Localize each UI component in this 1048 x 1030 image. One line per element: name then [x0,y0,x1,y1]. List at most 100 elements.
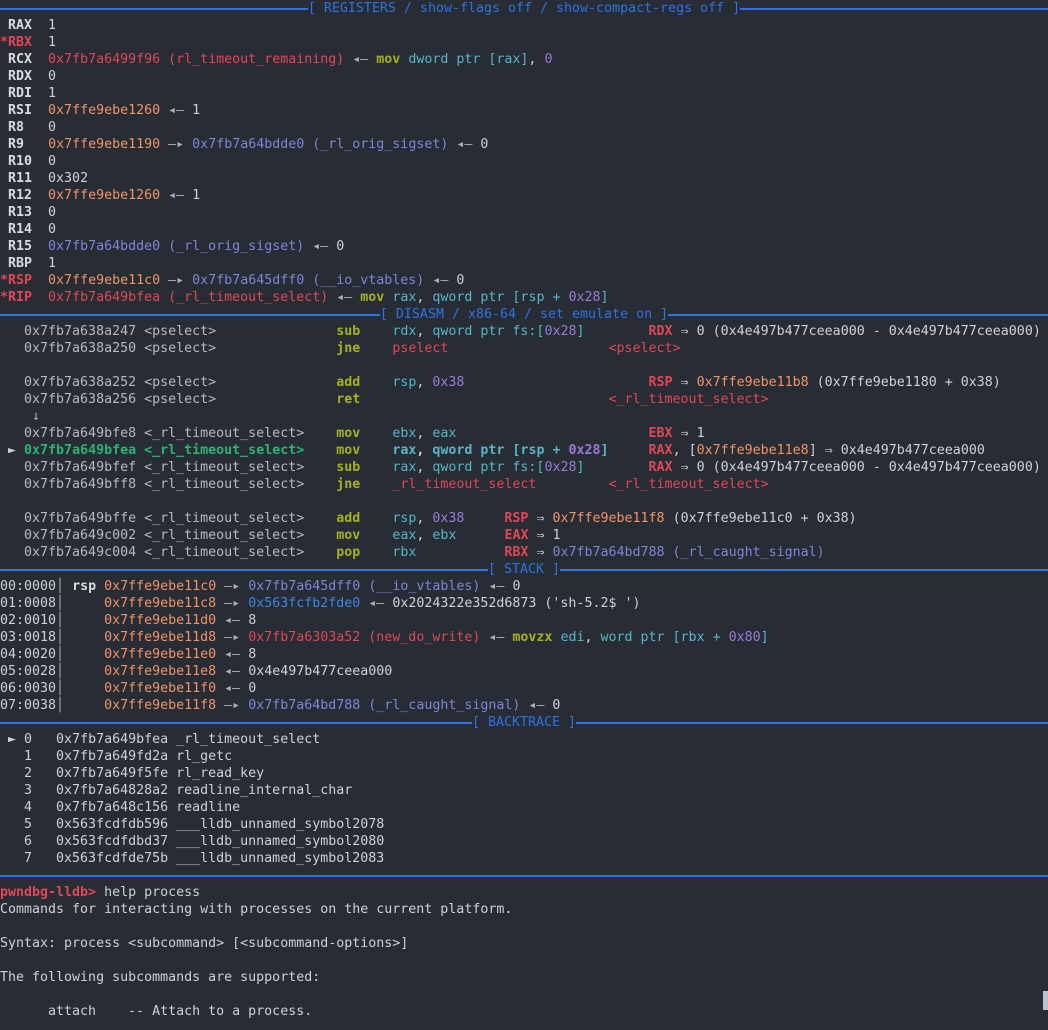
text-segment: 1 [32,86,56,101]
section-header-stack: [ STACK ] [0,561,1048,578]
text-segment: R10 [0,154,32,169]
text-segment: ⇒ [817,443,841,458]
text-segment [96,579,104,594]
text-segment [64,664,104,679]
text-segment: ◂— [160,188,192,203]
text-segment: , [528,52,544,67]
text-segment [360,375,392,390]
text-segment [32,52,48,67]
text-segment: 0 [248,681,256,696]
text-segment: 0x7fb7a638a250 <pselect> [0,341,216,356]
text-segment: 0x7ffe9ebe11e8 [697,443,809,458]
text-segment: ⇒ [528,545,552,560]
text-segment: ⇒ [673,375,697,390]
text-segment: movzx [512,630,552,645]
register-row-rdx: RDX 0 [0,68,1048,85]
text-segment: jne [336,341,360,356]
blank-row [0,952,1048,969]
scrollbar-thumb[interactable] [1043,991,1048,1010]
text-segment: (0x7ffe9ebe1180 + 0x38) [809,375,1001,390]
text-segment [304,528,336,543]
text-segment: ◂— [216,664,248,679]
register-row-r10: R10 0 [0,153,1048,170]
text-segment: 0x7fb7a649bfea <_rl_timeout_select> [24,443,304,458]
text-segment [304,460,336,475]
text-segment: 0x7fb7a6499f96 (rl_timeout_remaining) [48,52,344,67]
text-segment [32,273,48,288]
text-segment: ⇒ [528,528,552,543]
text-segment: 0x7ffe9ebe11c0 [48,273,160,288]
text-segment: dword ptr [rax] [408,52,528,67]
text-segment: 0 [32,205,56,220]
text-segment: 3 0x7fb7a64828a2 readline_internal_char [0,783,352,798]
text-segment [464,375,648,390]
text-segment [304,477,336,492]
text-segment: 5 0x563fcdfdb596 ___lldb_unnamed_symbol2… [0,817,384,832]
stack-row: 06:0030│ 0x7ffe9ebe11f0 ◂— 0 [0,680,1048,697]
text-segment [64,681,104,696]
text-segment: 0 [552,698,560,713]
text-segment: *RBX [0,35,32,50]
text-segment: 0x7fb7a649bffe <_rl_timeout_select> [0,511,304,526]
output-row: Commands for interacting with processes … [0,901,1048,918]
text-segment: 0 (0x4e497b477ceea000 - 0x4e497b477ceea0… [697,324,1041,339]
text-segment: RBP [0,256,32,271]
text-segment: —▸ [160,273,192,288]
text-segment: RDX [649,324,673,339]
text-segment: 0x38 [432,511,464,526]
backtrace-row: 5 0x563fcdfdb596 ___lldb_unnamed_symbol2… [0,816,1048,833]
text-segment: ◂— [448,137,480,152]
text-segment [360,324,392,339]
text-segment [609,443,649,458]
register-row-r8: R8 0 [0,119,1048,136]
register-row-r15: R15 0x7fb7a64bdde0 (_rl_orig_sigset) ◂— … [0,238,1048,255]
text-segment: mov [336,528,360,543]
header-rule [560,569,1048,571]
text-segment: 0x7fb7a649bfea (_rl_timeout_select) [48,290,328,305]
text-segment: RAX [0,18,32,33]
text-segment: qword ptr fs:[ [432,460,544,475]
text-segment [216,375,336,390]
text-segment: —▸ [216,579,248,594]
text-segment: 0x2024322e352d6873 ('sh-5.2$ ') [392,596,640,611]
text-segment: ⇒ [673,460,697,475]
header-rule [0,569,488,571]
text-segment: 0x7fb7a64bdde0 (_rl_orig_sigset) [192,137,448,152]
flow-arrow-row: ↓ [0,408,1048,425]
text-segment [64,630,104,645]
text-segment [64,698,104,713]
disasm-row: 0x7fb7a649c004 <_rl_timeout_select> pop … [0,544,1048,561]
text-segment: │ [56,579,64,594]
register-row-rcx: RCX 0x7fb7a6499f96 (rl_timeout_remaining… [0,51,1048,68]
text-segment [24,137,48,152]
text-segment: 0x7ffe9ebe11b8 [697,375,809,390]
text-segment: word ptr [rbx + [601,630,729,645]
text-segment: The following subcommands are supported: [0,970,320,985]
text-segment: 8 [248,613,256,628]
text-segment: ◂— [360,596,392,611]
text-segment: pselect [392,341,448,356]
text-segment: 0 [480,137,488,152]
text-segment: 0x28 [568,290,600,305]
text-segment: RAX [649,460,673,475]
terminal-lines: [ REGISTERS / show-flags off / show-comp… [0,0,1048,1020]
text-segment: sub [336,460,360,475]
register-row-rbx: *RBX 1 [0,34,1048,51]
text-segment: 0x7ffe9ebe11e0 [104,647,216,662]
text-segment: *RIP [0,290,32,305]
section-header-label: [ STACK ] [488,561,560,578]
text-segment: —▸ [216,596,248,611]
text-segment: , [416,511,432,526]
text-segment [64,579,72,594]
text-segment: 00:0000 [0,579,56,594]
text-segment: 0x28 [544,324,576,339]
text-segment [216,324,336,339]
text-segment: │ [56,647,64,662]
text-segment: │ [56,613,64,628]
text-segment: pwndbg-lldb> [0,885,96,900]
backtrace-row: 1 0x7fb7a649fd2a rl_getc [0,748,1048,765]
text-segment: ebx [392,426,416,441]
disasm-row: 0x7fb7a649bff8 <_rl_timeout_select> jne … [0,476,1048,493]
text-segment: ◂— [520,698,552,713]
text-segment: rax [392,290,416,305]
